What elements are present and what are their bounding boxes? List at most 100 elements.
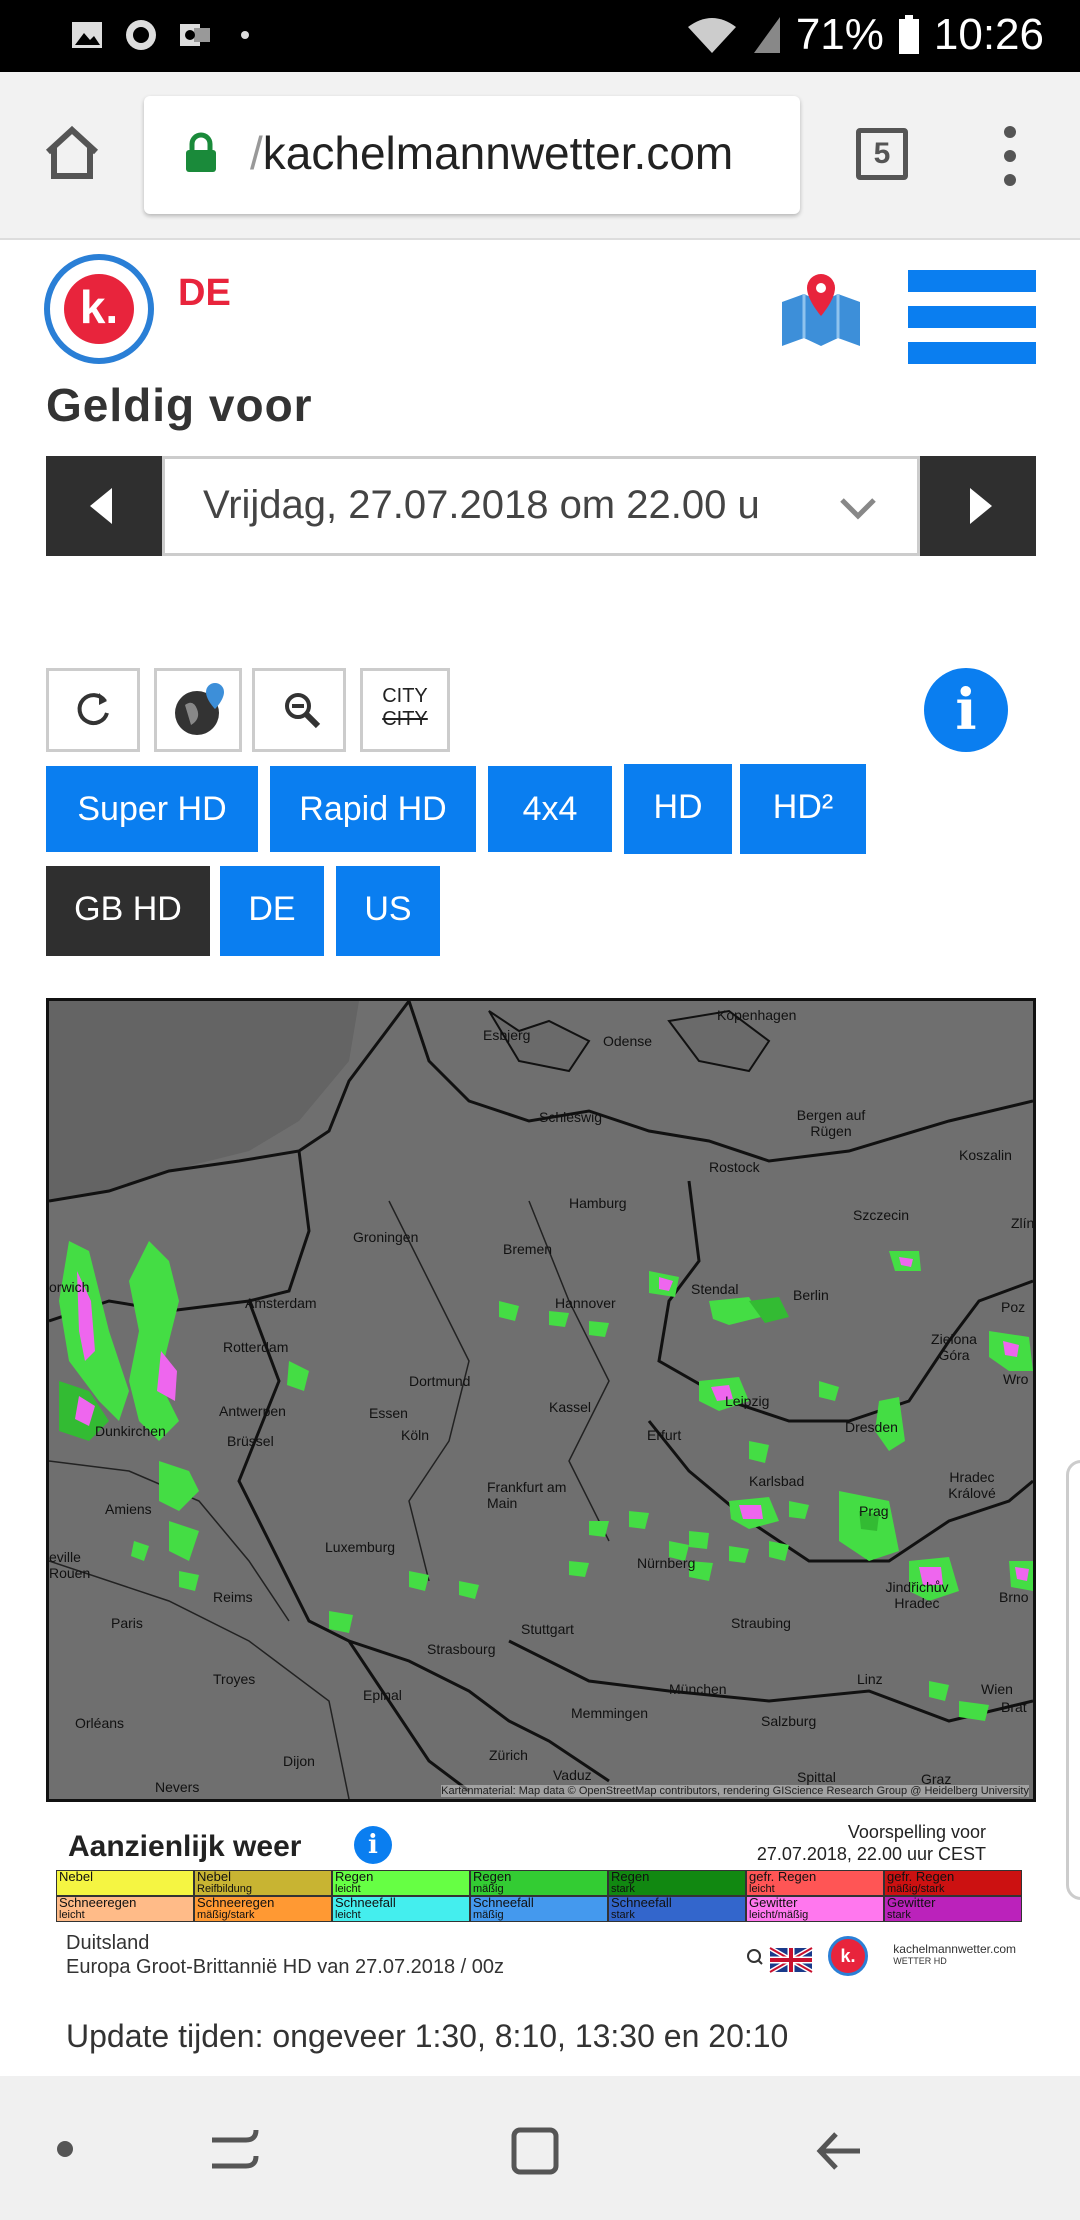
url-bar[interactable]: /kachelmannwetter.com — [144, 96, 800, 214]
map-city-label: orwich — [49, 1279, 90, 1295]
map-city-label: Amiens — [105, 1501, 152, 1517]
legend-cell-label: Schneefall — [335, 1896, 396, 1910]
more-options-icon[interactable] — [1000, 124, 1020, 188]
next-date-button[interactable] — [920, 456, 1036, 556]
weather-map[interactable]: Kopenhagen Esbjerg Odense Schleswig Berg… — [46, 998, 1036, 1802]
legend-info-icon[interactable]: i — [354, 1826, 392, 1864]
map-city-label: Antwerpen — [219, 1403, 286, 1419]
info-button[interactable]: i — [924, 668, 1008, 752]
legend-brand-sub: WETTER HD — [893, 1956, 947, 1966]
forecast-label: Voorspelling voor — [847, 1822, 986, 1842]
legend-cell: Nebel — [56, 1870, 194, 1896]
map-city-label: Amsterdam — [245, 1295, 317, 1311]
map-city-label: Zürich — [489, 1747, 528, 1763]
model-button-hd2[interactable]: HD² — [740, 764, 866, 854]
legend-cell: Regen leicht — [332, 1870, 470, 1896]
map-city-label: Rostock — [709, 1159, 760, 1175]
legend-cell-sub: leicht — [335, 1883, 361, 1895]
map-city-label: Wro — [1003, 1371, 1029, 1387]
map-city-label: Kopenhagen — [717, 1007, 797, 1023]
map-city-label: Bergen auf Rügen — [796, 1107, 866, 1139]
map-city-label: Luxemburg — [325, 1539, 396, 1555]
battery-icon — [898, 15, 919, 54]
menu-button[interactable] — [908, 270, 1036, 378]
tab-switcher-button[interactable]: 5 — [856, 128, 908, 180]
back-icon[interactable] — [814, 2126, 864, 2176]
region-label[interactable]: DE — [178, 272, 231, 315]
city-toggle-button[interactable]: CITY CITY — [360, 668, 450, 752]
map-city-label: Orléans — [75, 1715, 125, 1731]
model-button-4x4[interactable]: 4x4 — [488, 766, 612, 852]
nav-dot-icon[interactable] — [56, 2140, 74, 2158]
date-dropdown[interactable]: Vrijdag, 27.07.2018 om 22.00 u — [162, 456, 920, 556]
home-icon[interactable] — [42, 122, 102, 182]
home-nav-icon[interactable] — [510, 2126, 560, 2176]
map-city-label: Jindřichův Hradec — [885, 1579, 949, 1611]
map-city-label: Salzburg — [761, 1713, 817, 1729]
refresh-button[interactable] — [46, 668, 140, 752]
legend-cell-sub: mäßig/stark — [887, 1883, 945, 1895]
legend-cell-sub: mäßig — [473, 1909, 504, 1921]
map-city-label: Odense — [603, 1033, 653, 1049]
model-button-super-hd[interactable]: Super HD — [46, 766, 258, 852]
legend-brand: kachelmannwetter.com WETTER HD — [893, 1942, 1016, 1966]
legend-cell: Gewitter stark — [884, 1896, 1022, 1922]
map-city-label: Rotterdam — [223, 1339, 289, 1355]
side-panel-handle[interactable] — [1066, 1460, 1080, 1900]
zoom-out-button[interactable] — [252, 668, 346, 752]
previous-date-button[interactable] — [46, 456, 162, 556]
map-city-label: Zlín — [1011, 1215, 1035, 1231]
model-button-us[interactable]: US — [336, 866, 440, 956]
record-icon — [126, 20, 156, 50]
browser-toolbar: /kachelmannwetter.com 5 — [0, 72, 1080, 240]
map-credit: Kartenmaterial: Map data © OpenStreetMap… — [441, 1785, 1029, 1797]
system-nav-bar — [0, 2076, 1080, 2220]
map-location-icon[interactable] — [778, 272, 864, 348]
map-city-label: Hamburg — [569, 1195, 627, 1211]
zoom-out-icon — [285, 693, 321, 729]
signal-icon — [753, 17, 780, 53]
arrow-left-icon — [90, 488, 112, 524]
legend-cell: gefr. Regen leicht — [746, 1870, 884, 1896]
legend-title: Aanzienlijk weer — [68, 1830, 302, 1863]
site-logo[interactable]: k. — [44, 254, 154, 364]
map-city-label: Brat — [1001, 1699, 1027, 1715]
map-city-label: Szczecin — [853, 1207, 910, 1223]
legend-region: Duitsland — [66, 1932, 150, 1954]
date-selector: Vrijdag, 27.07.2018 om 22.00 u — [46, 456, 1036, 556]
legend-cell-sub: leicht/mäßig — [749, 1909, 809, 1921]
legend-cell-label: Regen — [473, 1870, 512, 1884]
dot-icon — [241, 31, 249, 39]
map-city-label: Dunkirchen — [95, 1423, 166, 1439]
legend-brand-name: kachelmannwetter.com — [893, 1942, 1016, 1956]
model-button-hd[interactable]: HD — [624, 764, 732, 854]
model-button-de[interactable]: DE — [220, 866, 324, 956]
legend-cell-label: Schneefall — [611, 1896, 672, 1910]
map-city-label: Koszalin — [959, 1147, 1012, 1163]
wifi-icon — [687, 18, 736, 53]
map-city-label: Frankfurt am Main — [487, 1479, 567, 1511]
legend-cell-sub: stark — [887, 1909, 911, 1921]
legend-cell-label: Nebel — [59, 1870, 93, 1884]
model-button-rapid-hd[interactable]: Rapid HD — [270, 766, 476, 852]
map-city-label: Memmingen — [571, 1705, 649, 1721]
logo-text: k. — [64, 274, 134, 344]
legend-cell-sub: Reifbildung — [197, 1883, 253, 1895]
map-city-label: Essen — [369, 1405, 408, 1421]
chevron-down-icon — [840, 498, 876, 520]
map-city-label: Leipzig — [725, 1393, 770, 1409]
recent-apps-icon[interactable] — [208, 2126, 262, 2176]
model-button-gb-hd[interactable]: GB HD — [46, 866, 210, 956]
map-city-label: Hradec Králové — [948, 1469, 996, 1501]
globe-location-button[interactable] — [154, 668, 242, 752]
city-label-struck: CITY — [382, 708, 428, 730]
map-city-label: Kassel — [549, 1399, 592, 1415]
legend-cell-label: gefr. Regen — [887, 1870, 955, 1884]
legend-cell: Regen mäßig — [470, 1870, 608, 1896]
legend-cell-label: gefr. Regen — [749, 1870, 817, 1884]
map-city-label: Nevers — [155, 1779, 200, 1795]
legend-grid: Nebel Nebel Reifbildung Regen leicht Regen mäß… — [56, 1870, 1022, 1922]
url-prefix: / — [250, 127, 263, 179]
legend-cell-sub: stark — [611, 1909, 635, 1921]
map-legend: Aanzienlijk weer i Voorspelling voor 27.… — [46, 1808, 1036, 1988]
